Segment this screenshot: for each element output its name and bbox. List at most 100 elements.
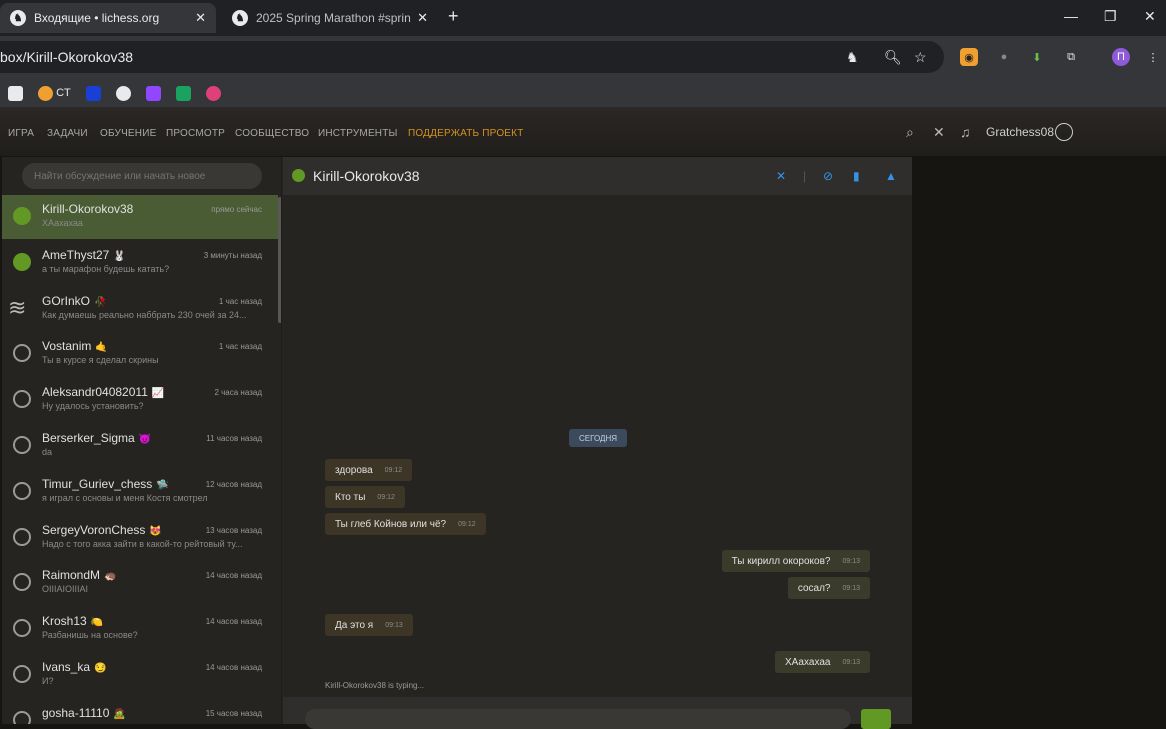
close-tab-icon[interactable]: ✕: [417, 10, 428, 26]
contact-time: 2 часа назад: [214, 388, 262, 398]
contact-preview: И?: [42, 676, 54, 686]
contact-time: 11 часов назад: [206, 434, 262, 443]
search-icon[interactable]: ⌕: [906, 124, 914, 141]
contact-row[interactable]: Kirill-Okorokov38 прямо сейчас ХАахахаа: [2, 195, 278, 239]
incoming-message: Ты глеб Койнов или чё? 09:12: [325, 513, 486, 535]
extension-icon[interactable]: ●: [995, 48, 1013, 66]
contact-time: 12 часов назад: [205, 479, 262, 489]
contact-name: RaimondM 🦔: [42, 568, 117, 583]
contact-name: Berserker_Sigma 😈: [42, 431, 152, 445]
nav-learn[interactable]: ОБУЧЕНИЕ: [100, 128, 156, 139]
tab-inbox[interactable]: ♞ Входящие • lichess.org ✕: [0, 3, 216, 33]
bookmark-item[interactable]: [116, 84, 131, 102]
outgoing-message: Ты кирилл окороков? 09:13: [721, 550, 870, 572]
block-icon[interactable]: ⊘: [823, 169, 833, 183]
incoming-message: Кто ты 09:12: [325, 486, 405, 508]
contacts-sidebar: Kirill-Okorokov38 прямо сейчас ХАахахаа Ame…: [2, 157, 282, 724]
flair-icon: 🧟: [113, 708, 126, 720]
site-icon[interactable]: ♞: [846, 49, 859, 66]
nav-tools[interactable]: ИНСТРУМЕНТЫ: [318, 128, 398, 139]
swords-icon[interactable]: ✕: [933, 124, 945, 141]
contact-row[interactable]: Timur_Guriev_chess 🛸 12 часов назад я играл…: [2, 470, 278, 514]
contact-row[interactable]: AmeThyst27 🐰 3 минуты назад а ты марафон бу…: [2, 241, 278, 285]
username[interactable]: Gratchess08: [986, 125, 1054, 139]
day-separator: СЕГОДНЯ: [569, 429, 627, 447]
close-window-icon[interactable]: ✕: [1144, 8, 1156, 25]
user-avatar-icon[interactable]: [1055, 123, 1073, 141]
bell-icon[interactable]: ♫: [960, 124, 971, 140]
zoom-icon[interactable]: 🔍︎: [884, 49, 902, 66]
url-field[interactable]: box/Kirill-Okorokov38: [0, 41, 944, 73]
profile-avatar[interactable]: П: [1112, 48, 1130, 66]
message-text: Кто ты: [335, 491, 366, 503]
trash-icon[interactable]: ▮: [853, 169, 860, 183]
search-input[interactable]: [22, 163, 262, 189]
new-tab-icon[interactable]: +: [448, 6, 459, 27]
nav-donate[interactable]: ПОДДЕРЖАТЬ ПРОЕКТ: [408, 128, 524, 139]
bookmark-item[interactable]: [8, 84, 23, 102]
offline-status-icon: [13, 619, 31, 638]
contact-row[interactable]: ≋ GOrInkO 🥀 1 час назад Как думаешь реально …: [2, 287, 278, 331]
contact-preview: Надо с того акка зайти в какой-то рейтов…: [42, 538, 243, 549]
wings-icon: ≋: [8, 294, 27, 320]
contact-row[interactable]: Vostanim 🤙 1 час назад Ты в курсе я сделал …: [2, 332, 278, 376]
send-button[interactable]: [861, 709, 891, 729]
contact-preview: я играл с основы и меня Костя смотрел: [42, 492, 208, 503]
outgoing-message: ХАахахаа 09:13: [774, 651, 870, 673]
offline-status-icon: [13, 573, 31, 592]
bookmarks-bar: CT: [0, 78, 1166, 108]
message-time: 09:13: [842, 658, 860, 666]
tab-marathon[interactable]: ♞ 2025 Spring Marathon #spring2 ✕: [222, 3, 438, 33]
extensions-puzzle-icon[interactable]: ⧉: [1062, 48, 1080, 66]
contact-time: 15 часов назад: [205, 708, 262, 718]
contact-row[interactable]: RaimondM 🦔 14 часов назад OIIIAIOIIIAI: [2, 561, 278, 605]
contact-row[interactable]: gosha-11110 🧟 15 часов назад: [2, 699, 278, 724]
restore-icon[interactable]: ❐: [1104, 8, 1117, 25]
nav-watch[interactable]: ПРОСМОТР: [166, 128, 225, 139]
contact-row[interactable]: Krosh13 🍋 14 часов назад Разбанишь на основ…: [2, 607, 278, 651]
nav-puzzles[interactable]: ЗАДАЧИ: [47, 128, 88, 139]
challenge-icon[interactable]: ✕: [776, 169, 786, 183]
bookmark-item[interactable]: [146, 84, 161, 102]
message-input[interactable]: [305, 709, 851, 729]
contact-row[interactable]: Berserker_Sigma 😈 11 часов назад da: [2, 424, 278, 468]
contact-name: GOrInkO 🥀: [42, 293, 107, 308]
outgoing-message: сосал? 09:13: [787, 577, 870, 599]
download-extension-icon[interactable]: ⬇: [1028, 48, 1046, 66]
bookmark-item[interactable]: CT: [38, 84, 71, 102]
lichess-favicon-icon: ♞: [232, 10, 248, 26]
nav-community[interactable]: СООБЩЕСТВО: [235, 128, 309, 139]
contact-name: Timur_Guriev_chess 🛸: [42, 476, 169, 491]
flair-icon: 🐰: [113, 250, 126, 262]
contact-name: SergeyVoronChess 😻: [42, 522, 162, 537]
offline-status-icon: [13, 390, 31, 409]
contact-row[interactable]: SergeyVoronChess 😻 13 часов назад Надо с то…: [2, 516, 278, 560]
bookmark-item[interactable]: [176, 84, 191, 102]
contact-time: 3 минуты назад: [203, 250, 262, 260]
minimize-icon[interactable]: —: [1064, 8, 1078, 24]
menu-kebab-icon[interactable]: ⋮: [1144, 48, 1162, 66]
contact-row[interactable]: Aleksandr04082011 📈 2 часа назад Ну удалось…: [2, 378, 278, 422]
close-tab-icon[interactable]: ✕: [195, 10, 206, 26]
incoming-message: здорова 09:12: [325, 459, 413, 481]
bookmark-item[interactable]: [206, 84, 221, 102]
message-time: 09:12: [384, 466, 403, 474]
nav-play[interactable]: ИГРА: [8, 128, 34, 139]
message-text: Ты глеб Койнов или чё?: [335, 518, 447, 530]
message-list: СЕГОДНЯ здорова 09:12 Кто ты 09:12 Ты глеб К…: [283, 195, 912, 697]
contact-row[interactable]: Ivans_ka 😏 14 часов назад И?: [2, 653, 278, 697]
contact-time: прямо сейчас: [211, 205, 262, 214]
extension-icon[interactable]: ◉: [960, 48, 978, 66]
bookmark-star-icon[interactable]: ☆: [914, 49, 927, 66]
message-time: 09:13: [385, 621, 403, 629]
contact-name: Krosh13 🍋: [42, 614, 104, 629]
message-text: Да это я: [335, 619, 374, 631]
incoming-message: Да это я 09:13: [325, 614, 413, 636]
scrollbar[interactable]: [278, 197, 281, 323]
conversation-title[interactable]: Kirill-Okorokov38: [313, 168, 420, 184]
flair-icon: 🛸: [156, 479, 169, 491]
message-composer: [283, 697, 912, 729]
report-icon[interactable]: ▲: [885, 169, 897, 183]
bookmark-item[interactable]: [86, 84, 101, 102]
address-bar: box/Kirill-Okorokov38 ♞ 🔍︎ ☆ ◉ ● ⬇ ⧉ П ⋮: [0, 36, 1166, 78]
